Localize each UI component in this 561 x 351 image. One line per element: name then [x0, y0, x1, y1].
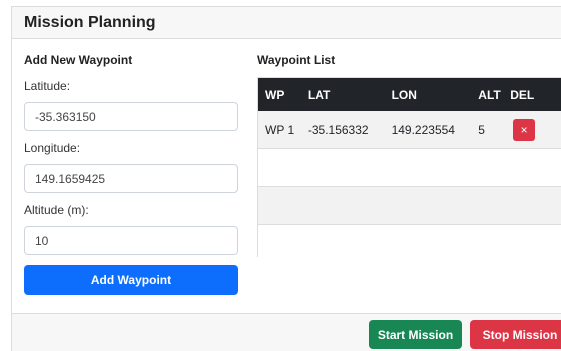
altitude-input[interactable]: 10	[24, 226, 238, 255]
waypoint-list-title: Waypoint List	[257, 53, 336, 67]
latitude-label: Latitude:	[24, 79, 71, 93]
column-header-alt: ALT	[478, 87, 501, 102]
cell-lon: 149.223554	[391, 122, 455, 137]
add-waypoint-button[interactable]: Add Waypoint	[24, 265, 238, 295]
start-mission-button[interactable]: Start Mission	[369, 320, 462, 349]
stop-mission-button[interactable]: Stop Mission	[470, 320, 561, 349]
card-header: Mission Planning	[12, 7, 561, 39]
table-row: WP 1 -35.156332 149.223554 5 ×	[258, 111, 561, 149]
page-title: Mission Planning	[24, 14, 156, 31]
close-icon: ×	[520, 122, 528, 137]
altitude-label: Altitude (m):	[24, 203, 89, 217]
column-header-lon: LON	[391, 87, 417, 102]
longitude-input[interactable]: 149.1659425	[24, 164, 238, 193]
latitude-value: -35.363150	[35, 109, 96, 124]
add-waypoint-form: Add New Waypoint Latitude: -35.363150 Lo…	[24, 53, 238, 295]
column-header-wp: WP	[265, 87, 285, 102]
mission-planning-card: Mission Planning Add New Waypoint Latitu…	[11, 6, 561, 351]
column-header-del: DEL	[510, 87, 535, 102]
card-footer: Start Mission Stop Mission	[12, 313, 561, 351]
altitude-value: 10	[35, 233, 49, 248]
cell-del: ×	[503, 111, 561, 148]
column-header-lat: LAT	[307, 87, 331, 102]
waypoint-list: Waypoint List WP LAT LON ALT DEL WP 1 -3…	[257, 53, 561, 263]
table-header: WP LAT LON ALT DEL	[258, 78, 561, 111]
table-row-empty	[258, 149, 561, 187]
longitude-label: Longitude:	[24, 141, 81, 155]
add-waypoint-title: Add New Waypoint	[24, 53, 133, 67]
waypoint-table: WP LAT LON ALT DEL WP 1 -35.156332 149.2…	[257, 77, 561, 263]
cell-wp: WP 1	[265, 122, 295, 137]
cell-alt: 5	[478, 122, 485, 137]
table-row-empty	[258, 225, 561, 263]
longitude-value: 149.1659425	[35, 171, 106, 186]
delete-waypoint-button[interactable]: ×	[513, 118, 536, 141]
latitude-input[interactable]: -35.363150	[24, 102, 238, 131]
cell-lat: -35.156332	[307, 122, 369, 137]
table-row-empty	[258, 187, 561, 225]
